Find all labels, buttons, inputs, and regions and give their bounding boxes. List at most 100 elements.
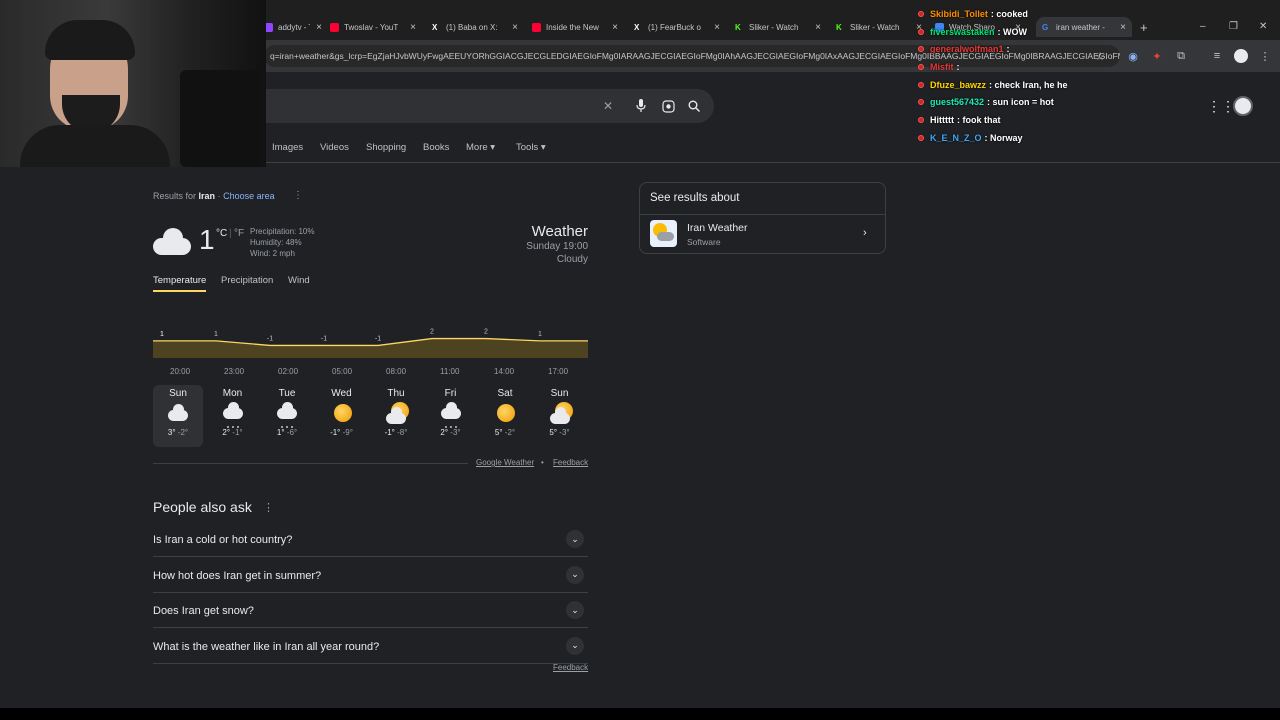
- paa-question-text: Is Iran a cold or hot country?: [153, 534, 293, 546]
- weather-feedback-link[interactable]: Feedback: [553, 458, 588, 467]
- paa-options-icon[interactable]: ⋮: [263, 501, 274, 514]
- paa-feedback-link[interactable]: Feedback: [553, 663, 588, 672]
- hour-label: 08:00: [386, 367, 407, 376]
- more-options-icon[interactable]: ⋮: [293, 190, 303, 201]
- menu-kebab-icon[interactable]: ⋮: [1256, 47, 1274, 65]
- close-tab-icon[interactable]: ×: [506, 22, 518, 33]
- webcam-overlay: [0, 0, 266, 167]
- close-tab-icon[interactable]: ×: [708, 22, 720, 33]
- weather-condition: Cloudy: [556, 254, 588, 265]
- voice-search-icon[interactable]: [634, 99, 648, 113]
- day-name: Thu: [387, 388, 405, 399]
- day-forecast[interactable]: Sun 5° -3°: [535, 385, 585, 447]
- day-forecast[interactable]: Wed -1° -9°: [317, 385, 367, 447]
- see-results-heading: See results about: [650, 192, 740, 204]
- chevron-down-icon[interactable]: ⌄: [566, 636, 584, 655]
- new-tab-button[interactable]: +: [1140, 20, 1148, 35]
- paa-question[interactable]: What is the weather like in Iran all yea…: [153, 629, 588, 664]
- bookmark-star-icon[interactable]: ☆: [1091, 47, 1109, 65]
- close-window-button[interactable]: ✕: [1259, 21, 1267, 32]
- close-tab-icon[interactable]: ×: [809, 22, 821, 33]
- taskbar-strip: [0, 708, 1280, 720]
- temperature-chart[interactable]: 1 1 -1 -1 -1 2 2 1: [153, 316, 588, 380]
- google-weather-link[interactable]: Google Weather: [476, 458, 534, 467]
- chat-message: guest567432: sun icon = hot: [918, 97, 1054, 107]
- webcam-person-body: [20, 125, 170, 167]
- day-forecast[interactable]: Thu -1° -8°: [371, 385, 421, 447]
- weather-footer-divider: [153, 463, 468, 464]
- puzzle-icon[interactable]: ⧉: [1172, 47, 1190, 65]
- chat-message: generalwolfman1:: [918, 44, 1010, 54]
- wind-info: Wind: 2 mph: [250, 249, 295, 258]
- chevron-down-icon[interactable]: ⌄: [566, 565, 584, 584]
- tab-precipitation[interactable]: Precipitation: [221, 275, 273, 286]
- day-forecast[interactable]: Sat 5° -2°: [480, 385, 530, 447]
- chat-username: guest567432: [930, 97, 985, 107]
- close-tab-icon[interactable]: ×: [404, 22, 416, 33]
- chevron-right-icon[interactable]: ›: [863, 227, 867, 239]
- close-tab-icon[interactable]: ×: [310, 22, 322, 33]
- paa-question-text: How hot does Iran get in summer?: [153, 569, 322, 582]
- browser-tab[interactable]: Giran weather - ×: [1036, 17, 1132, 37]
- hour-label: 17:00: [548, 367, 569, 376]
- tab-temperature[interactable]: Temperature: [153, 275, 206, 286]
- lens-search-icon[interactable]: [661, 99, 675, 113]
- media-control-icon[interactable]: ≡: [1208, 47, 1226, 65]
- chart-value-label: -1: [321, 335, 327, 342]
- paa-question[interactable]: Does Iran get snow? ⌄: [153, 593, 588, 628]
- nav-tab[interactable]: Tools ▾: [516, 142, 546, 153]
- tab-title: Inside the New: [546, 22, 599, 32]
- day-low: -8°: [397, 428, 408, 437]
- nav-tab[interactable]: Images: [272, 142, 303, 153]
- tab-title: (1) FearBuck o: [648, 22, 701, 32]
- paa-question[interactable]: Is Iran a cold or hot country? ⌄: [153, 522, 588, 557]
- day-name: Sun: [550, 388, 569, 399]
- unit-fahrenheit[interactable]: °F: [234, 228, 244, 239]
- maximize-button[interactable]: ❐: [1229, 21, 1238, 32]
- day-name: Tue: [278, 388, 296, 399]
- nav-tab[interactable]: Shopping: [366, 142, 406, 153]
- day-forecast[interactable]: Mon 2° -1°: [208, 385, 258, 447]
- profile-avatar[interactable]: [1232, 47, 1250, 65]
- chevron-down-icon[interactable]: ⌄: [566, 530, 584, 548]
- search-icon[interactable]: [687, 99, 701, 113]
- chat-text: : sun icon = hot: [987, 97, 1054, 107]
- choose-area-link[interactable]: Choose area: [223, 191, 275, 201]
- extension-icon[interactable]: ✦: [1148, 47, 1166, 65]
- tab-title: iran weather -: [1056, 22, 1105, 32]
- extension-icon[interactable]: ◉: [1124, 47, 1142, 65]
- day-forecast[interactable]: Sun 3° -2°: [153, 385, 203, 447]
- day-forecast[interactable]: Fri 2° -3°: [426, 385, 476, 447]
- browser-tab[interactable]: Twoslav - YouT ×: [330, 17, 416, 37]
- tab-wind[interactable]: Wind: [288, 275, 310, 286]
- browser-tab[interactable]: K Sliker - Watch ×: [836, 17, 922, 37]
- browser-tab[interactable]: Inside the New ×: [532, 17, 618, 37]
- clear-search-icon[interactable]: ✕: [601, 99, 615, 113]
- chat-username: Hittttt: [930, 115, 954, 125]
- minimize-button[interactable]: –: [1200, 21, 1206, 32]
- browser-tab[interactable]: addytv - T ×: [264, 17, 322, 37]
- close-tab-icon[interactable]: ×: [1114, 22, 1126, 33]
- day-forecast[interactable]: Tue 1° -6°: [262, 385, 312, 447]
- account-avatar[interactable]: [1233, 96, 1253, 116]
- snow-cloud-icon: [222, 402, 244, 428]
- iran-weather-title[interactable]: Iran Weather: [687, 222, 748, 234]
- day-temps: -1° -9°: [317, 428, 367, 437]
- unit-celsius[interactable]: °C: [216, 228, 227, 239]
- chevron-down-icon[interactable]: ⌄: [566, 601, 584, 619]
- snow-cloud-icon: [276, 402, 298, 428]
- close-tab-icon[interactable]: ×: [606, 22, 618, 33]
- browser-tab[interactable]: X (1) Baba on X: ×: [432, 17, 518, 37]
- nav-tab[interactable]: Books: [423, 142, 449, 153]
- day-low: -2°: [504, 428, 516, 437]
- paa-question[interactable]: How hot does Iran get in summer? ⌄: [153, 558, 588, 593]
- results-for-sep: ·: [217, 191, 221, 201]
- nav-tab[interactable]: More ▾: [466, 142, 495, 153]
- tab-title: Twoslav - YouT: [344, 22, 399, 32]
- cloud-icon: [167, 402, 189, 424]
- browser-tab[interactable]: K Sliker - Watch ×: [735, 17, 821, 37]
- nav-tab[interactable]: Videos: [320, 142, 349, 153]
- chat-message: Hittttt: fook that: [918, 115, 1001, 125]
- partly-cloudy-icon: [385, 402, 409, 424]
- browser-tab[interactable]: X (1) FearBuck o ×: [634, 17, 720, 37]
